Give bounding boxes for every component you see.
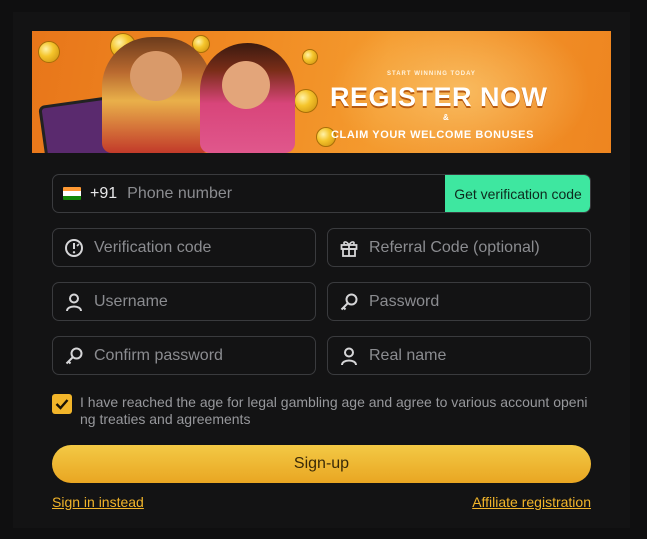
coin-icon	[302, 49, 318, 65]
confirm-password-field	[52, 336, 316, 375]
coin-icon	[38, 41, 60, 63]
banner-ampersand: &	[443, 113, 449, 122]
password-field	[327, 282, 591, 321]
verification-code-field	[52, 228, 316, 267]
banner-title: REGISTER NOW	[330, 82, 548, 112]
coin-icon	[294, 89, 318, 113]
user-icon	[338, 345, 360, 367]
sign-in-instead-link[interactable]: Sign in instead	[52, 494, 144, 510]
referral-code-input[interactable]	[369, 229, 590, 266]
real-name-field	[327, 336, 591, 375]
referral-code-field	[327, 228, 591, 267]
banner-small-text: START WINNING TODAY	[387, 71, 476, 77]
checkmark-icon	[55, 399, 69, 410]
country-code[interactable]: +91	[90, 185, 117, 203]
phone-field: +91 Get verification code	[52, 174, 591, 213]
agreement-text: I have reached the age for legal gamblin…	[80, 394, 588, 427]
signup-button[interactable]: Sign-up	[52, 445, 591, 483]
verification-code-input[interactable]	[94, 229, 315, 266]
male-character-illustration	[102, 37, 212, 153]
agreement-checkbox[interactable]	[52, 394, 72, 414]
real-name-input[interactable]	[369, 337, 590, 374]
key-icon	[338, 291, 360, 313]
confirm-password-input[interactable]	[94, 337, 315, 374]
key-icon	[63, 345, 85, 367]
username-input[interactable]	[94, 283, 315, 320]
password-input[interactable]	[369, 283, 590, 320]
female-character-illustration	[200, 43, 295, 153]
user-icon	[63, 291, 85, 313]
india-flag-icon[interactable]	[63, 187, 81, 200]
gift-icon	[338, 237, 360, 259]
get-verification-code-button[interactable]: Get verification code	[445, 175, 590, 212]
alert-clock-icon	[63, 237, 85, 259]
username-field	[52, 282, 316, 321]
affiliate-registration-link[interactable]: Affiliate registration	[472, 494, 591, 510]
banner-subtitle: CLAIM YOUR WELCOME BONUSES	[331, 129, 535, 141]
